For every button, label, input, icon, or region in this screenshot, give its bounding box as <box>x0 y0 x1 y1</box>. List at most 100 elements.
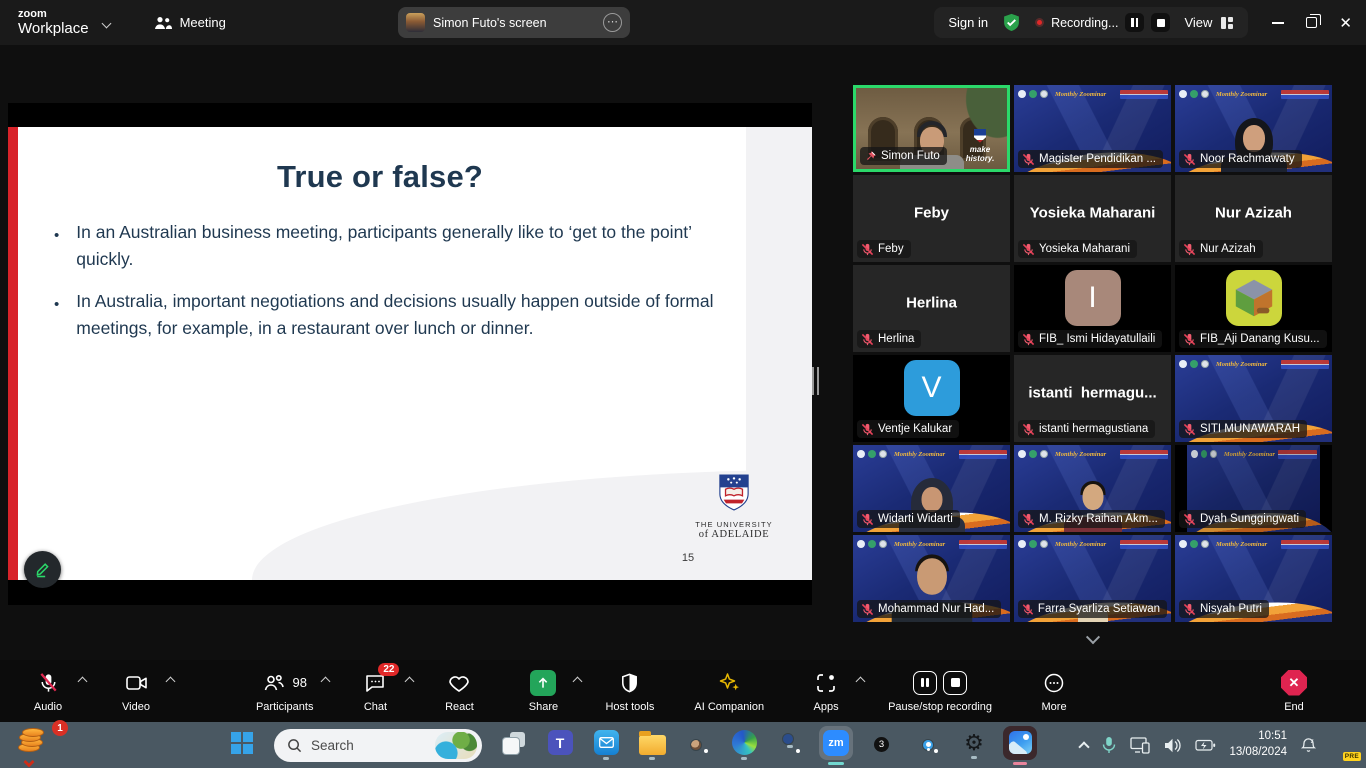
view-button[interactable]: View <box>1184 15 1234 30</box>
participant-tile[interactable]: make history.Simon Futo <box>853 85 1010 172</box>
chat-button[interactable]: 22 Chat <box>353 670 397 713</box>
start-button[interactable] <box>222 723 262 767</box>
participant-tile[interactable]: HerlinaHerlina <box>853 265 1010 352</box>
react-button[interactable]: React <box>437 670 481 713</box>
windows-logo-icon <box>231 732 253 754</box>
video-options-caret[interactable] <box>166 676 176 686</box>
audio-options-caret[interactable] <box>78 676 88 686</box>
video-button[interactable]: Video <box>114 670 158 713</box>
muted-mic-icon <box>861 423 874 436</box>
participant-tile[interactable]: Monthly ZoominarMagister Pendidikan ... <box>1014 85 1171 172</box>
participant-name-label: Magister Pendidikan ... <box>1039 153 1156 165</box>
apps-button[interactable]: Apps <box>804 670 848 713</box>
pause-recording-button[interactable] <box>1125 13 1144 32</box>
participant-tile[interactable]: Nur AzizahNur Azizah <box>1175 175 1332 262</box>
more-button[interactable]: More <box>1032 670 1076 713</box>
apps-options-caret[interactable] <box>856 676 866 686</box>
logo-icon <box>1029 450 1037 458</box>
taskbar-app-photos-active[interactable] <box>1000 723 1040 767</box>
participant-tile[interactable]: VVentje Kalukar <box>853 355 1010 442</box>
window-close-button[interactable]: ✕ <box>1339 14 1352 32</box>
copilot-icon[interactable]: PRE <box>1330 732 1356 758</box>
ai-companion-button[interactable]: AI Companion <box>694 670 764 713</box>
participant-display-name: Yosieka Maharani <box>1014 205 1171 222</box>
security-shield-icon[interactable] <box>1002 13 1021 32</box>
muted-mic-icon <box>1183 513 1196 526</box>
taskbar-app-mail[interactable] <box>586 723 626 767</box>
window-minimize-button[interactable] <box>1272 22 1284 24</box>
share-options-caret[interactable] <box>573 676 583 686</box>
speaker-icon[interactable] <box>1164 738 1182 753</box>
task-view-button[interactable] <box>494 723 534 767</box>
participant-tile[interactable]: FIB_Aji Danang Kusu... <box>1175 265 1332 352</box>
participant-tile[interactable]: Yosieka MaharaniYosieka Maharani <box>1014 175 1171 262</box>
muted-mic-icon <box>1022 243 1035 256</box>
muted-mic-icon <box>861 243 874 256</box>
tab-meeting[interactable]: Meeting <box>154 15 226 30</box>
taskbar-notification-app[interactable]: 1 <box>16 726 60 764</box>
gallery-scroll-down-button[interactable] <box>1080 632 1106 648</box>
end-meeting-button[interactable]: ✕ End <box>1272 670 1316 713</box>
taskbar-app-chrome-profile1[interactable] <box>678 723 718 767</box>
participant-tile[interactable]: FebyFeby <box>853 175 1010 262</box>
pause-recording-icon[interactable] <box>913 671 937 695</box>
participants-options-caret[interactable] <box>321 676 331 686</box>
taskbar-app-settings[interactable]: ⚙ <box>954 723 994 767</box>
tray-hidden-icons-chevron[interactable] <box>1079 741 1090 752</box>
panel-resize-handle[interactable] <box>812 367 819 395</box>
pause-stop-recording-button[interactable]: Pause/stop recording <box>888 670 992 713</box>
tab-shared-screen[interactable]: Simon Futo's screen ⋯ <box>398 7 630 38</box>
participant-nametag: FIB_Aji Danang Kusu... <box>1179 330 1327 348</box>
stop-recording-icon[interactable] <box>943 671 967 695</box>
taskbar-app-zoom-active[interactable]: zm <box>816 723 856 767</box>
host-tools-button[interactable]: Host tools <box>605 670 654 713</box>
slide-page-number: 15 <box>678 552 698 564</box>
participant-tile[interactable]: Monthly ZoominarMohammad Nur Had... <box>853 535 1010 622</box>
cast-display-icon[interactable] <box>1130 737 1151 754</box>
taskbar-app-chrome-profile3[interactable] <box>908 723 948 767</box>
audio-button[interactable]: Audio <box>26 670 70 713</box>
participant-tile[interactable]: Monthly ZoominarDyah Sunggingwati <box>1175 445 1332 532</box>
chevron-down-icon[interactable] <box>101 19 111 29</box>
participant-tile[interactable]: Monthly ZoominarM. Rizky Raihan Akm... <box>1014 445 1171 532</box>
participants-button[interactable]: 98 Participants <box>256 670 313 713</box>
taskbar-search[interactable]: Search <box>274 729 482 762</box>
muted-mic-icon <box>1022 603 1034 616</box>
battery-charging-icon[interactable] <box>1195 739 1216 752</box>
participant-tile[interactable]: istanti hermagu...istanti hermagustiana <box>1014 355 1171 442</box>
share-screen-button[interactable]: Share <box>521 670 565 713</box>
muted-mic-icon <box>861 333 874 346</box>
taskbar-app-edge[interactable] <box>724 723 764 767</box>
taskbar-app-chrome-profile2[interactable] <box>770 723 810 767</box>
muted-mic-icon <box>861 603 874 616</box>
participant-tile[interactable]: Monthly ZoominarWidarti Widarti <box>853 445 1010 532</box>
window-restore-button[interactable] <box>1306 17 1317 28</box>
chat-options-caret[interactable] <box>405 676 415 686</box>
taskbar-app-whatsapp[interactable]: ✆3 <box>862 723 902 767</box>
slide-bullet: In Australia, important negotiations and… <box>54 288 734 342</box>
search-highlight-image[interactable] <box>435 732 477 759</box>
stop-recording-button[interactable] <box>1151 13 1170 32</box>
participant-tile[interactable]: IFIB_ Ismi Hidayatullaili <box>1014 265 1171 352</box>
participants-count: 98 <box>292 675 306 690</box>
muted-mic-icon <box>861 513 874 526</box>
participant-tile[interactable]: Monthly ZoominarSITI MUNAWARAH <box>1175 355 1332 442</box>
participant-tile[interactable]: Monthly ZoominarFarra Syarliza Setiawan <box>1014 535 1171 622</box>
sign-in-button[interactable]: Sign in <box>948 15 988 30</box>
logo-icon <box>868 450 876 458</box>
participant-nametag: Herlina <box>857 330 921 348</box>
participant-tile[interactable]: Monthly ZoominarNisyah Putri <box>1175 535 1332 622</box>
participant-tile[interactable]: Monthly ZoominarNoor Rachmawaty <box>1175 85 1332 172</box>
microphone-in-use-icon[interactable] <box>1101 736 1117 754</box>
taskbar-app-teams[interactable]: T <box>540 723 580 767</box>
banner-title-block <box>1281 360 1329 369</box>
annotate-button[interactable] <box>24 551 61 588</box>
meeting-stage: True or false? In an Australian business… <box>0 45 1366 660</box>
end-label: End <box>1284 701 1304 713</box>
more-options-icon[interactable]: ⋯ <box>603 13 622 32</box>
university-name-line1: THE UNIVERSITY <box>678 520 790 529</box>
notification-bell-icon[interactable]: z <box>1300 737 1317 754</box>
taskbar-app-file-explorer[interactable] <box>632 723 672 767</box>
banner-script-text: Monthly Zoominar <box>1055 451 1106 458</box>
tray-clock[interactable]: 10:51 13/08/2024 <box>1229 729 1287 760</box>
